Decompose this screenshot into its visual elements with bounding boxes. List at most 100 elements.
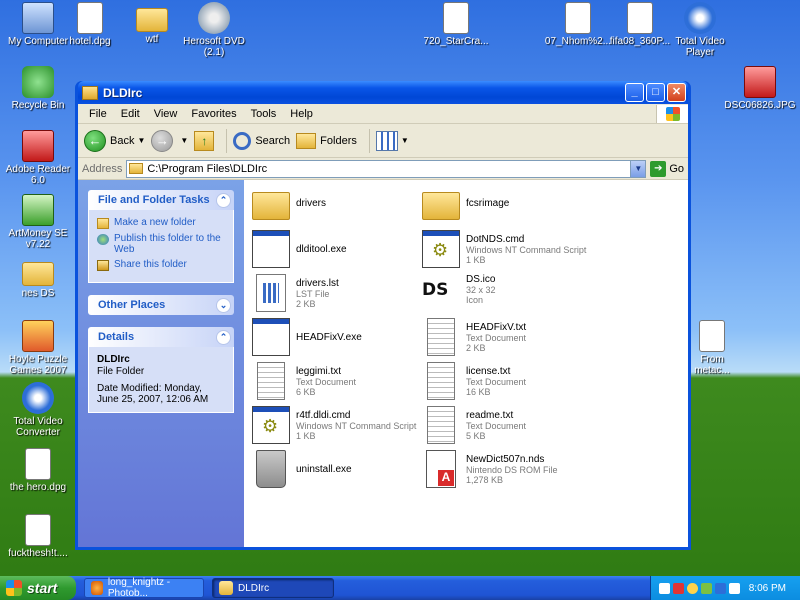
panel-header[interactable]: Other Places ⌄ [88,295,234,315]
file-folder-tasks-panel: File and Folder Tasks ⌃ Make a new folde… [88,190,234,283]
menu-view[interactable]: View [147,108,185,120]
file-name: r4tf.dldi.cmd [296,409,351,421]
desktop-icon-dsc[interactable]: DSC06826.JPG [722,66,798,111]
file-type: Windows NT Command Script [466,244,587,255]
task-make-new-folder[interactable]: Make a new folder [97,217,225,229]
expand-icon[interactable]: ⌄ [216,297,231,313]
file-icon [699,320,725,352]
folder-icon [82,85,98,100]
file-item-leggimi[interactable]: leggimi.txt Text Document 6 KB [252,362,356,400]
tray-app-icon[interactable] [701,582,712,594]
artmoney-icon [22,194,54,226]
volume-icon[interactable] [729,582,740,594]
menu-file[interactable]: File [82,108,114,120]
window-title: DLDIrc [103,85,143,100]
back-button[interactable]: ← Back ▼ [84,129,145,152]
up-folder-button[interactable]: ↑ [194,130,215,151]
file-item-ds-ico[interactable]: DS DS.ico 32 x 32 Icon [422,274,496,305]
file-item-fcsrimage[interactable]: fcsrimage [422,186,509,220]
file-size: 5 KB [466,430,486,441]
messenger-icon[interactable] [687,582,698,594]
file-item-uninstall[interactable]: uninstall.exe [252,450,352,488]
dropdown-arrow-icon[interactable]: ▼ [180,136,188,145]
address-input[interactable]: C:\Program Files\DLDIrc ▼ [126,159,647,178]
close-button[interactable]: ✕ [667,83,686,102]
globe-icon [97,234,109,245]
desktop-icon-hoyle[interactable]: Hoyle Puzzle Games 2007 [0,320,76,376]
taskbar-button-dldirc[interactable]: DLDIrc [212,578,334,598]
search-button[interactable]: Search [233,131,291,150]
desktop-icon-total-video-player[interactable]: Total Video Player [662,2,738,58]
exe-icon [252,230,290,268]
dropdown-arrow-icon[interactable]: ▼ [137,136,145,145]
menu-tools[interactable]: Tools [244,108,284,120]
file-item-drivers[interactable]: drivers [252,186,326,220]
folders-icon [296,132,317,149]
collapse-icon[interactable]: ⌃ [216,329,231,345]
minimize-button[interactable]: _ [625,83,644,102]
panel-header[interactable]: File and Folder Tasks ⌃ [88,190,234,210]
cmd-script-icon [252,406,290,444]
go-label: Go [669,162,684,175]
file-item-dlditool[interactable]: dlditool.exe [252,230,347,268]
task-publish-web[interactable]: Publish this folder to the Web [97,233,225,255]
forward-arrow-icon: → [151,129,174,152]
ds-logo-icon: DS [422,279,449,300]
clock[interactable]: 8:06 PM [749,583,786,594]
adobe-reader-icon [22,130,54,162]
file-item-license[interactable]: license.txt Text Document 16 KB [422,362,526,400]
panel-title: Details [98,331,135,343]
file-item-headfixv-txt[interactable]: HEADFixV.txt Text Document 2 KB [422,318,526,356]
start-button[interactable]: start [0,576,76,600]
desktop-icon-starcraft[interactable]: 720_StarCra... [418,2,494,47]
file-item-readme[interactable]: readme.txt Text Document 5 KB [422,406,526,444]
collapse-icon[interactable]: ⌃ [216,192,231,208]
folders-button[interactable]: Folders [296,132,357,149]
task-label: Make a new folder [114,217,196,228]
desktop-icon-nes-ds[interactable]: nes DS [0,256,76,299]
go-button[interactable]: ➔ Go [650,160,684,177]
file-type: LST File [296,288,330,299]
title-bar[interactable]: DLDIrc _ □ ✕ [78,81,688,104]
maximize-button[interactable]: □ [646,83,665,102]
address-bar: Address C:\Program Files\DLDIrc ▼ ➔ Go [78,158,688,180]
desktop-icon-label: fuckthesh!t.... [8,548,68,559]
menu-help[interactable]: Help [283,108,320,120]
text-document-icon [257,362,285,400]
menu-edit[interactable]: Edit [114,108,147,120]
file-item-dotnds[interactable]: DotNDS.cmdWindows NT Command Script1 KB [422,230,586,268]
desktop-icon-herosoft[interactable]: Herosoft DVD (2.1) [176,2,252,58]
desktop-icon-total-video-converter[interactable]: Total Video Converter [0,382,76,438]
desktop-icon-from-metac[interactable]: From metac... [692,320,732,376]
desktop-icon-recycle-bin[interactable]: Recycle Bin [0,66,76,111]
file-item-newdict[interactable]: NewDict507n.ndsNintendo DS ROM File1,278… [422,450,558,488]
address-dropdown-button[interactable]: ▼ [630,160,646,177]
panel-header[interactable]: Details ⌃ [88,327,234,347]
desktop-icon-adobe-reader[interactable]: Adobe Reader 6.0 [0,130,76,186]
file-size: 1 KB [466,254,486,265]
file-item-r4tf[interactable]: r4tf.dldi.cmdWindows NT Command Script1 … [252,406,416,444]
search-label: Search [255,134,291,147]
views-button[interactable]: ▼ [375,130,409,151]
details-name: DLDIrc [97,354,130,365]
file-size: 2 KB [466,342,486,353]
show-hidden-icon[interactable] [659,582,670,594]
file-item-drivers-lst[interactable]: drivers.lst LST File 2 KB [252,274,339,312]
desktop-icon-fuck[interactable]: fuckthesh!t.... [0,514,76,559]
taskbar-button-firefox[interactable]: long_knightz - Photob... [84,577,204,599]
desktop-icon-label: Total Video Player [675,36,725,58]
menu-favorites[interactable]: Favorites [184,108,243,120]
media-player-icon[interactable] [715,582,726,594]
desktop-icon-the-hero[interactable]: the hero.dpg [0,448,76,493]
file-item-headfixv-exe[interactable]: HEADFixV.exe [252,318,362,356]
tray-app-icon[interactable] [673,582,684,594]
forward-button[interactable]: → ▼ [151,129,188,152]
task-share-folder[interactable]: Share this folder [97,259,225,271]
desktop-icon-label: Recycle Bin [11,100,65,111]
desktop-icon-label: ArtMoney SE v7.22 [8,228,68,250]
file-list: drivers fcsrimage dlditool.exe DotNDS.cm… [244,180,688,547]
file-name: license.txt [466,365,511,377]
desktop-icon-artmoney[interactable]: ArtMoney SE v7.22 [0,194,76,250]
task-label: Publish this folder to the Web [114,233,221,255]
desktop-icon-label: wtf [145,34,159,45]
